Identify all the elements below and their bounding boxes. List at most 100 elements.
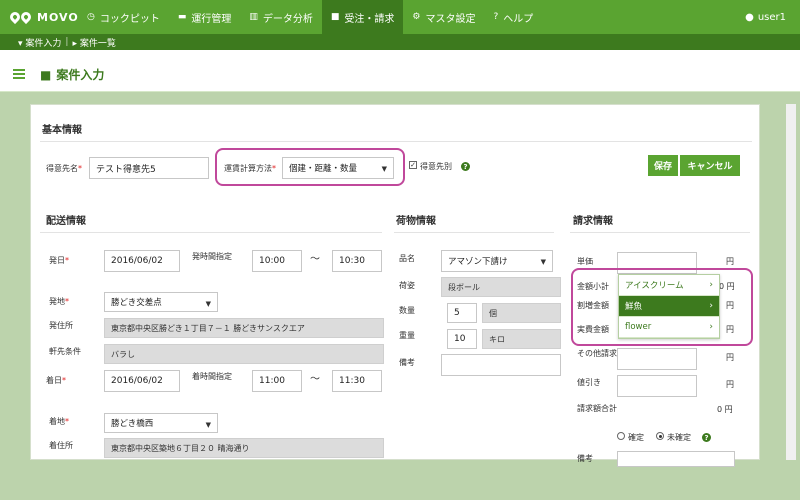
arrive-date-input[interactable]: 2016/06/02 (104, 370, 180, 392)
packaging-label: 荷姿 (399, 281, 415, 290)
chart-icon: ▥ (249, 12, 258, 22)
truck-icon: ▬ (177, 12, 187, 22)
page-title-text: 案件入力 (56, 68, 105, 82)
other-billing-input[interactable] (617, 348, 697, 370)
caret-down-icon: ▼ (540, 258, 546, 266)
item-name-select[interactable]: アマゾン下請け ▼ (441, 250, 553, 272)
brand-logo[interactable]: MOVO (7, 0, 79, 34)
eave-condition-label: 軒先条件 (49, 347, 81, 356)
customer-flag-label: 得意先別 (420, 162, 452, 171)
dropdown-item-flower[interactable]: flower › (619, 317, 719, 338)
quantity-unit: 個 (482, 303, 561, 323)
caret-down-icon: ▼ (205, 300, 211, 308)
breadcrumb-order-list[interactable]: ▸ 案件一覧 (72, 36, 115, 49)
nav-label: ヘルプ (503, 13, 534, 25)
quantity-input[interactable]: 5 (447, 303, 477, 323)
billing-note-label: 備考 (577, 454, 593, 463)
scrollbar[interactable] (786, 104, 796, 460)
depart-time-to-input[interactable]: 10:30 (332, 250, 382, 272)
destination-address-label: 着住所 (49, 441, 73, 450)
billing-note-input[interactable] (617, 451, 735, 467)
origin-address-field: 東京都中央区勝どき１丁目７－１ 勝どきサンスクエア (104, 318, 384, 338)
user-icon: ● (745, 11, 754, 23)
nav-label: コックピット (99, 13, 160, 25)
cancel-button[interactable]: キャンセル (680, 155, 740, 176)
nav-label: マスタ設定 (425, 13, 476, 25)
gear-icon: ⚙ (412, 12, 421, 22)
depart-date-input[interactable]: 2016/06/02 (104, 250, 180, 272)
menu-toggle-icon[interactable] (13, 69, 25, 79)
help-icon[interactable]: ? (461, 162, 470, 171)
divider (570, 232, 750, 233)
brand-name: MOVO (37, 10, 79, 24)
destination-address-field: 東京都中央区築地６丁目２０ 晴海通り (104, 438, 384, 458)
dropdown-item-ice-cream[interactable]: アイスクリーム › (619, 275, 719, 296)
divider (394, 232, 554, 233)
weight-label: 重量 (399, 331, 415, 340)
breadcrumb-separator: | (65, 37, 69, 47)
unit-price-label: 単価 (577, 257, 593, 266)
discount-input[interactable] (617, 375, 697, 397)
unconfirmed-radio[interactable] (656, 432, 664, 440)
eave-condition-field: バラし (104, 344, 384, 364)
nav-operations[interactable]: ▬ 運行管理 (169, 0, 241, 34)
discount-label: 値引き (577, 378, 601, 387)
section-basic-info: 基本情報 (42, 125, 82, 136)
arrive-time-from-input[interactable]: 11:00 (252, 370, 302, 392)
chevron-right-icon: › (709, 322, 713, 332)
divider (40, 232, 382, 233)
weight-input[interactable]: 10 (447, 329, 477, 349)
unconfirmed-label: 未確定 (667, 433, 691, 442)
main-nav: ◷ コックピット ▬ 運行管理 ▥ データ分析 ■ 受注・請求 ⚙ マスタ設定 ? ヘルプ (78, 0, 542, 34)
nav-help[interactable]: ? ヘルプ (484, 0, 542, 34)
user-menu[interactable]: ● user1 (745, 0, 786, 34)
tilde: ～ (310, 374, 320, 385)
destination-label: 着地* (49, 417, 69, 426)
section-billing-info: 請求情報 (573, 216, 613, 227)
breadcrumb-order-input[interactable]: ▾ 案件入力 (18, 36, 61, 49)
confirmed-label: 確定 (628, 433, 644, 442)
help-icon: ? (493, 12, 499, 22)
customer-label: 得意先名* (46, 164, 82, 173)
unit-price-yen: 円 (726, 257, 734, 266)
book-icon: ■ (40, 67, 52, 82)
help-icon[interactable]: ? (702, 433, 711, 442)
arrive-time-to-input[interactable]: 11:30 (332, 370, 382, 392)
logo-icon (7, 9, 34, 25)
item-name-label: 品名 (399, 254, 415, 263)
dropdown-item-fresh-fish[interactable]: 鮮魚 › (619, 296, 719, 317)
nav-analytics[interactable]: ▥ データ分析 (240, 0, 322, 34)
page-title: ■ 案件入力 (40, 66, 104, 83)
nav-label: 受注・請求 (344, 13, 395, 25)
nav-orders-billing[interactable]: ■ 受注・請求 (321, 0, 404, 34)
cargo-note-label: 備考 (399, 358, 415, 367)
packaging-field: 段ボール (441, 277, 561, 297)
origin-select[interactable]: 勝どき交差点 ▼ (104, 292, 218, 312)
tilde: ～ (310, 254, 320, 265)
nav-cockpit[interactable]: ◷ コックピット (78, 0, 169, 34)
depart-date-label: 発日* (49, 256, 69, 265)
depart-time-label: 発時間指定 (192, 252, 232, 261)
section-shipping-info: 配送情報 (46, 216, 86, 227)
quantity-label: 数量 (399, 306, 415, 315)
divider (40, 141, 752, 142)
other-billing-yen: 円 (726, 353, 734, 362)
other-billing-label: その他請求 (577, 349, 617, 358)
customer-input[interactable]: テスト得意先5 (89, 157, 209, 179)
customer-flag-checkbox[interactable]: ✓ (409, 161, 417, 169)
top-navbar: MOVO ◷ コックピット ▬ 運行管理 ▥ データ分析 ■ 受注・請求 ⚙ マスタ設定 … (0, 0, 800, 34)
arrive-time-label: 着時間指定 (192, 372, 232, 381)
arrive-date-label: 着日* (46, 376, 66, 385)
nav-label: データ分析 (262, 13, 313, 25)
highlight-fare-method (215, 148, 405, 186)
save-button[interactable]: 保存 (648, 155, 678, 176)
chevron-right-icon: › (709, 301, 713, 311)
nav-master-settings[interactable]: ⚙ マスタ設定 (403, 0, 484, 34)
nav-label: 運行管理 (191, 13, 232, 25)
origin-label: 発地* (49, 297, 69, 306)
destination-select[interactable]: 勝どき橋西 ▼ (104, 413, 218, 433)
confirmed-radio[interactable] (617, 432, 625, 440)
depart-time-from-input[interactable]: 10:00 (252, 250, 302, 272)
cargo-note-input[interactable] (441, 354, 561, 376)
caret-down-icon: ▼ (205, 421, 211, 429)
